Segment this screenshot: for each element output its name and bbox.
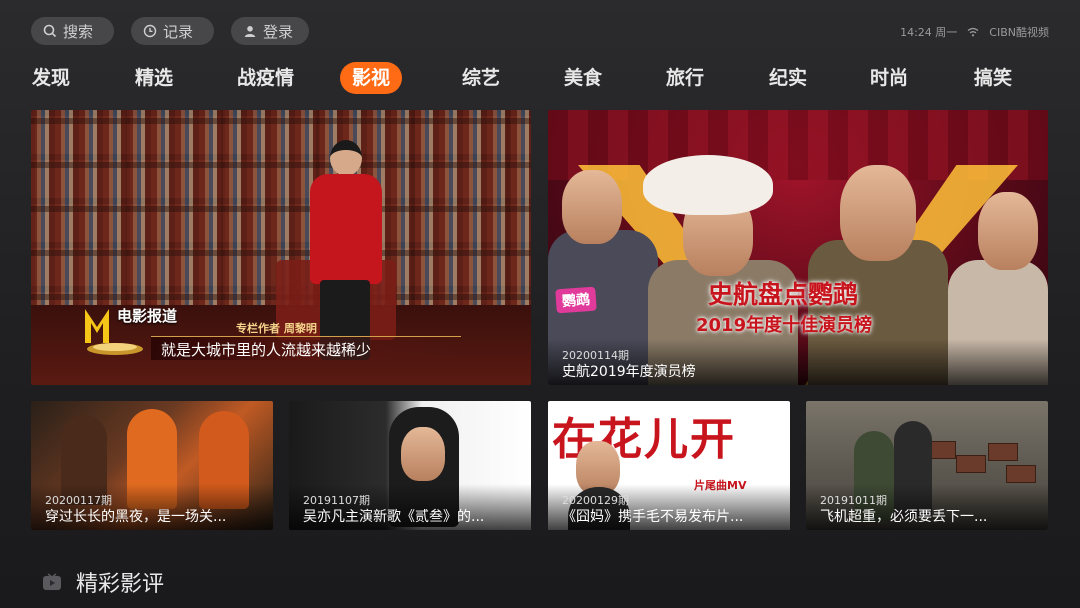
status-bar: 14:24 周一 CIBN酷视频 bbox=[900, 24, 1049, 40]
video-card[interactable]: 20191011期 飞机超重，必须要丢下一... bbox=[806, 401, 1048, 530]
nav-item-film[interactable]: 影视 bbox=[340, 62, 403, 94]
poster-subtitle: 2019年度十佳演员榜 bbox=[696, 315, 873, 336]
nav-item-documentary[interactable]: 纪实 bbox=[769, 62, 807, 94]
nav-item-travel[interactable]: 旅行 bbox=[666, 62, 704, 94]
login-button[interactable]: 登录 bbox=[231, 17, 309, 45]
login-label: 登录 bbox=[263, 22, 294, 41]
nav-item-featured[interactable]: 精选 bbox=[135, 62, 173, 94]
card-title: 《囧妈》携手毛不易发布片... bbox=[562, 509, 744, 525]
section-header: 精彩影评 bbox=[42, 566, 164, 598]
overlay-label: 专栏作者 周黎明 bbox=[236, 322, 317, 335]
search-button[interactable]: 搜索 bbox=[31, 17, 114, 45]
nav-item-variety[interactable]: 综艺 bbox=[462, 62, 500, 94]
search-icon bbox=[43, 24, 57, 38]
video-card[interactable]: 20200117期 穿过长长的黑夜，是一场关... bbox=[31, 401, 273, 530]
card-title: 穿过长长的黑夜，是一场关... bbox=[45, 509, 227, 525]
featured-card-interview[interactable]: 电影报道 专栏作者 周黎明 就是大城市里的人流越来越稀少 bbox=[31, 110, 531, 385]
user-icon bbox=[244, 26, 256, 37]
nav-item-fashion[interactable]: 时尚 bbox=[870, 62, 908, 94]
search-label: 搜索 bbox=[63, 22, 94, 41]
nav-item-food[interactable]: 美食 bbox=[564, 62, 602, 94]
category-nav: 发现 精选 战疫情 影视 综艺 美食 旅行 纪实 时尚 搞笑 bbox=[0, 62, 1080, 94]
caption-text: 就是大城市里的人流越来越稀少 bbox=[161, 341, 372, 359]
logo-text: 电影报道 bbox=[117, 307, 178, 325]
card-title: 吴亦凡主演新歌《贰叁》的... bbox=[303, 509, 485, 525]
video-card[interactable]: 20191107期 吴亦凡主演新歌《贰叁》的... bbox=[289, 401, 531, 530]
card-title: 史航2019年度演员榜 bbox=[562, 364, 696, 380]
history-label: 记录 bbox=[163, 22, 194, 41]
video-card[interactable]: 在花儿开 片尾曲MV 20200129期 《囧妈》携手毛不易发布片... bbox=[548, 401, 790, 530]
clock-text: 14:24 周一 bbox=[900, 26, 958, 39]
brand-text: CIBN酷视频 bbox=[989, 26, 1049, 39]
poster-tag: 鹦鹉 bbox=[555, 286, 597, 314]
clock-icon bbox=[143, 24, 157, 38]
section-title: 精彩影评 bbox=[76, 572, 165, 597]
nav-item-epidemic[interactable]: 战疫情 bbox=[237, 62, 294, 94]
nav-item-discover[interactable]: 发现 bbox=[32, 62, 70, 94]
wifi-icon bbox=[967, 27, 979, 37]
history-button[interactable]: 记录 bbox=[131, 17, 214, 45]
featured-card-actor-list[interactable]: 鹦鹉 史航盘点鹦鹉 2019年度十佳演员榜 20200114期 史航2019年度… bbox=[548, 110, 1048, 385]
card-title: 飞机超重，必须要丢下一... bbox=[820, 509, 988, 525]
nav-item-comedy[interactable]: 搞笑 bbox=[974, 62, 1012, 94]
poster-title: 史航盘点鹦鹉 bbox=[708, 280, 859, 309]
tv-icon bbox=[43, 573, 61, 590]
